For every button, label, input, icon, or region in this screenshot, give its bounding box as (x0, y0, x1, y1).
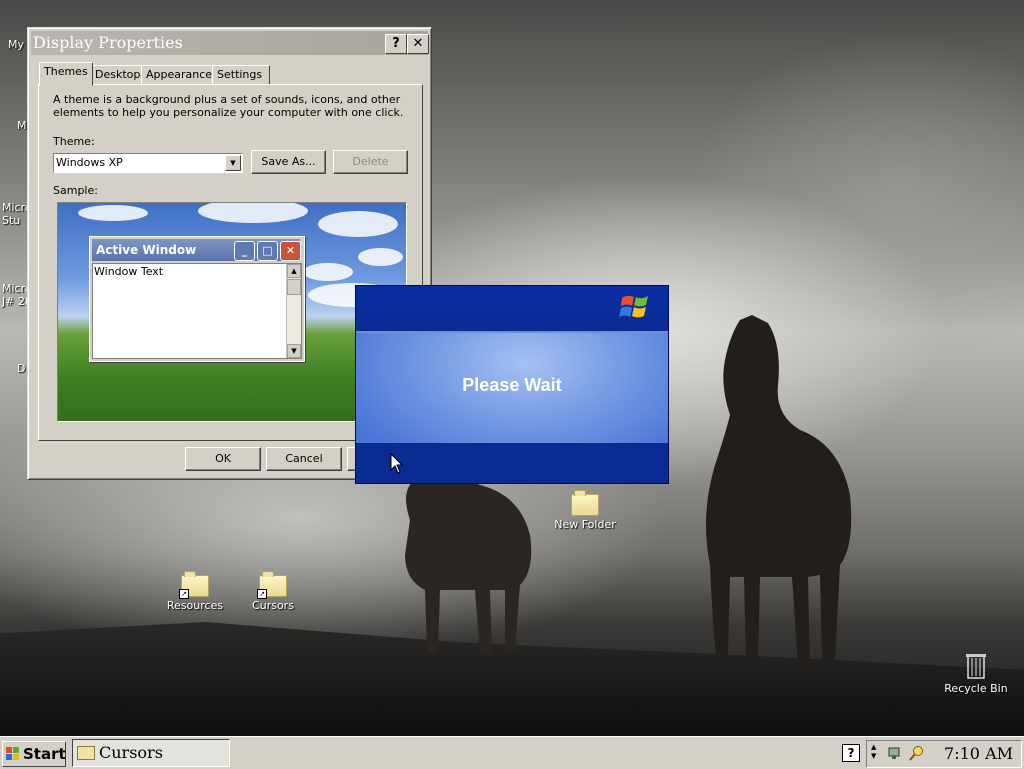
folder-shortcut-icon: ↗ (257, 571, 287, 599)
sample-window-text: Window Text (94, 265, 164, 278)
desktop-icon-cursors[interactable]: ↗ Cursors (233, 571, 313, 612)
chevron-down-icon[interactable]: ▼ (225, 155, 241, 171)
window-title: Display Properties (33, 33, 183, 52)
desktop-icon-resources[interactable]: ↗ Resources (155, 571, 235, 612)
theme-dropdown[interactable]: Windows XP ▼ (53, 153, 243, 173)
folder-shortcut-icon: ↗ (179, 571, 209, 599)
theme-dropdown-value: Windows XP (56, 156, 123, 169)
sample-scrollbar: ▲ ▼ (286, 264, 301, 358)
cancel-button[interactable]: Cancel (266, 447, 342, 471)
dialog-message-area: Please Wait (356, 331, 668, 443)
dialog-header (356, 286, 668, 330)
taskbar-item-label: Cursors (99, 743, 163, 762)
windows-flag-icon (6, 747, 19, 760)
windows-xp-logo-icon (619, 295, 648, 318)
clock[interactable]: 7:10 AM (944, 744, 1013, 763)
sample-label: Sample: (53, 184, 98, 197)
help-button[interactable]: ? (385, 34, 407, 54)
desktop-icon-label: My (8, 38, 25, 51)
theme-label: Theme: (53, 135, 95, 148)
desktop-icon-label: Cursors (252, 599, 294, 612)
sample-title-bar: Active Window _ □ ✕ (92, 239, 301, 261)
desktop-icon-label: Recycle Bin (944, 682, 1008, 695)
tab-appearance[interactable]: Appearance (141, 65, 215, 85)
sample-window-title: Active Window (96, 243, 197, 257)
save-as-button[interactable]: Save As... (251, 150, 326, 174)
please-wait-dialog: Please Wait (355, 285, 669, 484)
please-wait-message: Please Wait (462, 375, 562, 395)
ok-button[interactable]: OK (185, 447, 261, 471)
tab-themes[interactable]: Themes (39, 62, 93, 86)
tab-settings[interactable]: Settings (212, 65, 270, 85)
start-label: Start (23, 745, 66, 763)
mouse-cursor-icon (390, 453, 404, 474)
tray-scroll-arrows[interactable]: ▲ ▼ (871, 743, 876, 761)
desktop-icon-new-folder[interactable]: New Folder (545, 490, 625, 531)
horse-right-image (706, 315, 852, 665)
desktop-icon-label: New Folder (554, 518, 616, 531)
network-icon[interactable] (887, 745, 903, 761)
desktop-icon-label: D (17, 362, 26, 375)
chevron-down-icon: ▼ (287, 344, 301, 358)
close-icon: ✕ (280, 241, 301, 261)
desktop-icon-label: M (17, 119, 27, 132)
folder-icon (571, 490, 599, 516)
desktop-icon-recycle-bin[interactable]: Recycle Bin (936, 652, 1016, 695)
scroll-thumb (287, 279, 301, 295)
start-button[interactable]: Start (2, 741, 66, 767)
minimize-icon: _ (234, 241, 255, 261)
system-tray: ▲ ▼ 7:10 AM (866, 740, 1022, 768)
desktop-icon-label: Resources (166, 599, 224, 612)
sample-window-body: Window Text ▲ ▼ (92, 263, 302, 359)
tab-desktop[interactable]: Desktop (90, 65, 143, 85)
maximize-icon: □ (257, 241, 278, 261)
recycle-bin-icon (966, 654, 986, 679)
dialog-footer (356, 443, 668, 483)
theme-description: A theme is a background plus a set of so… (53, 93, 404, 119)
chevron-up-icon: ▲ (287, 264, 301, 278)
delete-button[interactable]: Delete (333, 150, 408, 174)
title-bar[interactable]: Display Properties ? ✕ (31, 31, 429, 55)
close-button[interactable]: ✕ (407, 34, 429, 54)
taskbar-item-cursors[interactable]: Cursors (72, 739, 230, 767)
taskbar: Start Cursors ? ▲ ▼ 7:10 AM (0, 736, 1024, 769)
help-tray-icon[interactable]: ? (842, 744, 860, 762)
folder-icon (77, 746, 95, 760)
search-icon[interactable] (909, 745, 925, 761)
sample-active-window: Active Window _ □ ✕ Window Text ▲ ▼ (89, 236, 305, 362)
